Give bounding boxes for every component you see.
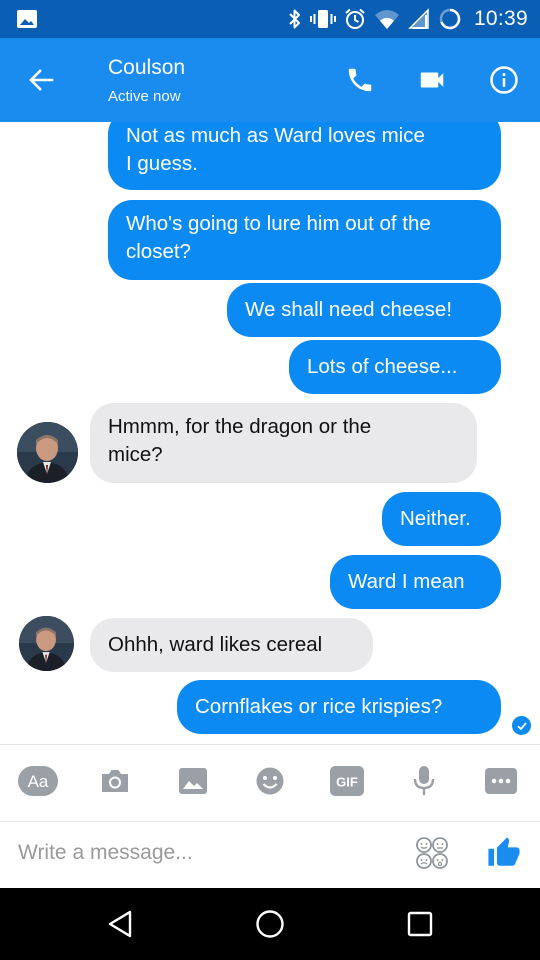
image-notification-icon: [16, 9, 38, 29]
contact-name[interactable]: Coulson: [108, 56, 185, 80]
avatar[interactable]: [17, 422, 78, 483]
message-list[interactable]: Not as much as Ward loves mice I guess. …: [0, 122, 540, 744]
more-button[interactable]: [479, 761, 523, 801]
nav-recents-button[interactable]: [398, 902, 442, 946]
microphone-button[interactable]: [402, 761, 446, 801]
message-bubble[interactable]: Ward I mean: [330, 555, 501, 609]
camera-button[interactable]: [93, 761, 137, 801]
thumbs-up-icon: [488, 837, 520, 866]
message-text: Cornflakes or rice krispies?: [195, 695, 443, 718]
phone-icon: [348, 68, 372, 92]
vibrate-icon: [309, 8, 336, 30]
video-camera-icon: [420, 72, 444, 88]
message-bubble[interactable]: Hmmm, for the dragon or the mice?: [90, 403, 477, 483]
text-format-icon: Aa: [18, 766, 58, 796]
gif-icon: GIF: [330, 766, 364, 796]
wifi-icon: [374, 8, 400, 30]
message-text: Ward I mean: [348, 570, 465, 593]
svg-text:GIF: GIF: [336, 775, 358, 790]
message-text: Neither.: [400, 507, 471, 530]
nav-home-icon: [256, 910, 284, 938]
nav-back-button[interactable]: [98, 902, 142, 946]
avatar[interactable]: [19, 616, 74, 671]
message-text: Ohhh, ward likes cereal: [108, 633, 323, 656]
message-text: mice?: [108, 443, 163, 466]
navigation-bar: [0, 888, 540, 960]
contact-status: Active now: [108, 88, 181, 105]
bluetooth-icon: [288, 8, 302, 30]
sticker-button[interactable]: [412, 833, 452, 873]
status-bar: 10:39: [0, 0, 540, 38]
back-arrow-icon: [29, 69, 54, 91]
divider: [0, 821, 540, 822]
message-text: closet?: [126, 240, 191, 263]
text-format-button[interactable]: Aa: [16, 761, 60, 801]
message-bubble[interactable]: Lots of cheese...: [289, 340, 501, 394]
gallery-button[interactable]: [171, 761, 215, 801]
image-icon: [179, 768, 207, 794]
info-button[interactable]: [483, 59, 525, 101]
message-bubble[interactable]: We shall need cheese!: [227, 283, 501, 337]
sticker-icon: [416, 837, 448, 869]
nav-home-button[interactable]: [248, 902, 292, 946]
message-text: Who's going to lure him out of the: [126, 212, 431, 235]
message-text: We shall need cheese!: [245, 298, 453, 321]
microphone-icon: [413, 766, 435, 795]
message-text: Not as much as Ward loves mice: [126, 124, 425, 147]
call-button[interactable]: [339, 59, 381, 101]
signal-icon: [408, 8, 430, 30]
gif-button[interactable]: GIF: [325, 761, 369, 801]
nav-recents-icon: [407, 911, 433, 937]
message-bubble[interactable]: Not as much as Ward loves mice I guess.: [108, 122, 501, 190]
emoji-button[interactable]: [248, 761, 292, 801]
message-input[interactable]: [18, 833, 388, 873]
message-text: I guess.: [126, 152, 198, 175]
more-icon: [485, 768, 517, 794]
info-icon: [490, 66, 518, 94]
check-circle-icon: [512, 716, 531, 735]
message-bubble[interactable]: Neither.: [382, 492, 501, 546]
like-button[interactable]: [482, 831, 526, 875]
svg-text:Aa: Aa: [28, 772, 49, 791]
message-text: Hmmm, for the dragon or the: [108, 415, 372, 438]
clock: 10:39: [473, 7, 528, 30]
battery-icon: [438, 7, 462, 31]
message-text: Lots of cheese...: [307, 355, 458, 378]
composer: Aa GIF: [0, 744, 540, 888]
nav-back-icon: [108, 910, 132, 938]
emoji-icon: [256, 767, 284, 795]
alarm-icon: [344, 8, 366, 30]
message-bubble[interactable]: Ohhh, ward likes cereal: [90, 618, 373, 672]
message-bubble[interactable]: Cornflakes or rice krispies?: [177, 680, 501, 734]
message-bubble[interactable]: Who's going to lure him out of the close…: [108, 200, 501, 280]
video-call-button[interactable]: [411, 59, 453, 101]
conversation-header: Coulson Active now: [0, 38, 540, 122]
back-button[interactable]: [20, 59, 62, 101]
camera-icon: [102, 770, 128, 792]
